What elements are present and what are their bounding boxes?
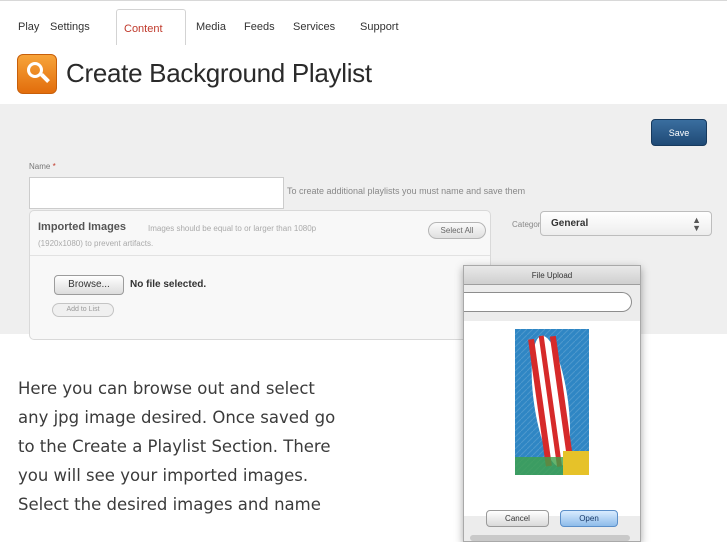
note-line-2: (1920x1080) to prevent artifacts. [38,239,154,248]
name-label-text: Name [29,162,51,171]
dialog-path-field[interactable] [464,292,632,312]
dialog-title: File Upload [464,266,640,285]
tab-media[interactable]: Media [196,21,226,33]
save-button[interactable]: Save [651,119,707,146]
name-label: Name * [29,162,56,171]
imported-images-title: Imported Images [38,221,127,233]
category-select[interactable]: General ▲ ▼ [540,211,712,236]
paragraph-line: any jpg image desired. Once saved go [18,408,336,427]
dialog-scrollbar[interactable] [470,535,630,541]
top-navigation: Play Settings Content Media Feeds Servic… [0,0,727,45]
browse-button[interactable]: Browse... [54,275,124,295]
tab-settings[interactable]: Settings [50,21,90,33]
name-input[interactable] [29,177,284,209]
paragraph-line: to the Create a Playlist Section. There [18,437,331,456]
instructions-paragraph: Here you can browse out and select any j… [18,374,458,519]
file-upload-dialog: File Upload Cancel Open [463,265,641,542]
add-to-list-button[interactable]: Add to List [52,303,114,317]
open-button[interactable]: Open [560,510,618,527]
magnifier-icon [17,54,57,94]
file-status: No file selected. [130,279,207,290]
tab-feeds[interactable]: Feeds [244,21,275,33]
note-line-1: Images should be equal to or larger than… [148,224,317,233]
page-title: Create Background Playlist [66,58,372,88]
select-arrows-icon: ▲ ▼ [692,215,701,233]
tab-support[interactable]: Support [360,21,399,33]
tab-services[interactable]: Services [293,21,335,33]
tab-play[interactable]: Play [18,21,39,33]
imported-images-header: Imported Images Images should be equal t… [30,211,490,256]
category-value: General [551,218,589,229]
paragraph-line: you will see your imported images. [18,466,309,485]
image-thumbnail[interactable] [515,329,589,475]
imported-images-note: Images should be equal to or larger than… [38,221,408,251]
paragraph-line: Select the desired images and name [18,495,321,514]
surfboard-image [515,329,589,475]
imported-images-box: Imported Images Images should be equal t… [29,210,491,340]
select-all-button[interactable]: Select All [428,222,486,239]
dialog-preview-area [464,321,640,541]
required-mark: * [52,162,56,171]
paragraph-line: Here you can browse out and select [18,379,315,398]
cancel-button[interactable]: Cancel [486,510,549,527]
name-hint: To create additional playlists you must … [287,186,526,196]
tab-content[interactable]: Content [124,23,163,35]
